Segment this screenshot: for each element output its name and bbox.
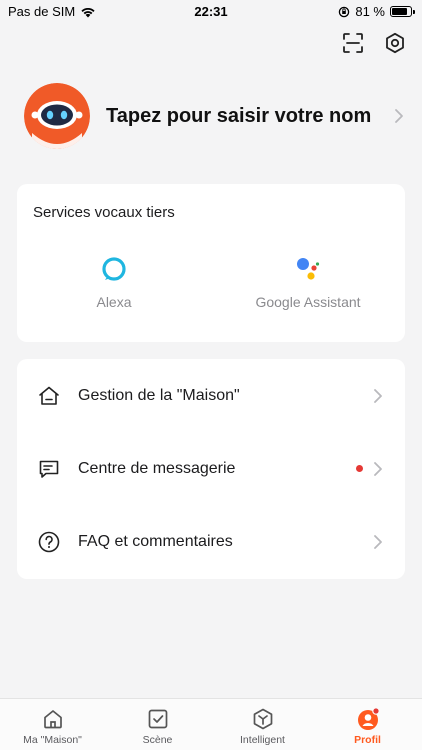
menu-card: Gestion de la "Maison" Centre de message… (17, 359, 405, 579)
notification-dot (356, 465, 363, 472)
home-outline-icon (39, 386, 59, 405)
menu-item-faq[interactable]: FAQ et commentaires (17, 505, 405, 578)
battery-icon (390, 6, 415, 17)
status-bar: Pas de SIM 22:31 81 % (0, 0, 422, 22)
tab-bar: Ma "Maison" Scène Intelligent Profil (0, 698, 422, 750)
hexagon-settings-icon[interactable] (384, 32, 406, 54)
chevron-right-icon (374, 461, 382, 476)
tab-label: Profil (354, 734, 381, 746)
battery-fill (392, 8, 407, 15)
menu-item-label: FAQ et commentaires (78, 532, 233, 550)
scene-check-icon (148, 709, 167, 729)
tab-profile[interactable]: Profil (315, 707, 420, 746)
chevron-right-icon (374, 534, 382, 549)
tab-intelligent[interactable]: Intelligent (210, 707, 315, 746)
service-google-assistant[interactable]: Google Assistant (211, 256, 405, 310)
tab-label: Ma "Maison" (23, 734, 82, 746)
service-label: Alexa (96, 294, 132, 310)
chevron-right-icon (374, 388, 382, 403)
tab-scene[interactable]: Scène (105, 707, 210, 746)
alexa-icon (102, 257, 126, 281)
scan-icon[interactable] (342, 32, 364, 54)
orientation-lock-icon (339, 6, 350, 17)
status-right: 81 % (338, 4, 415, 19)
menu-item-label: Gestion de la "Maison" (78, 386, 240, 404)
tab-home[interactable]: Ma "Maison" (0, 707, 105, 746)
tab-label: Scène (142, 734, 173, 746)
home-tab-icon (43, 710, 62, 729)
menu-item-home-management[interactable]: Gestion de la "Maison" (17, 359, 405, 432)
menu-item-label: Centre de messagerie (78, 459, 236, 477)
tab-label: Intelligent (240, 734, 285, 746)
profile-row[interactable]: Tapez pour saisir votre nom (24, 83, 404, 149)
header-actions (342, 32, 406, 54)
google-assistant-icon (297, 258, 320, 280)
voice-services-card: Services vocaux tiers Alexa Google Assis… (17, 184, 405, 342)
chevron-right-icon (395, 109, 403, 123)
service-label: Google Assistant (255, 294, 361, 310)
intelligent-hex-icon (253, 708, 272, 730)
help-circle-icon (38, 531, 60, 552)
battery-percent: 81 % (355, 4, 385, 19)
message-icon (39, 460, 59, 478)
service-alexa[interactable]: Alexa (17, 256, 211, 310)
profile-name[interactable]: Tapez pour saisir votre nom (106, 105, 371, 128)
robot-avatar-icon[interactable] (24, 83, 90, 149)
voice-services-title: Services vocaux tiers (33, 204, 175, 221)
profile-tab-icon (357, 707, 380, 730)
menu-item-messages[interactable]: Centre de messagerie (17, 432, 405, 505)
